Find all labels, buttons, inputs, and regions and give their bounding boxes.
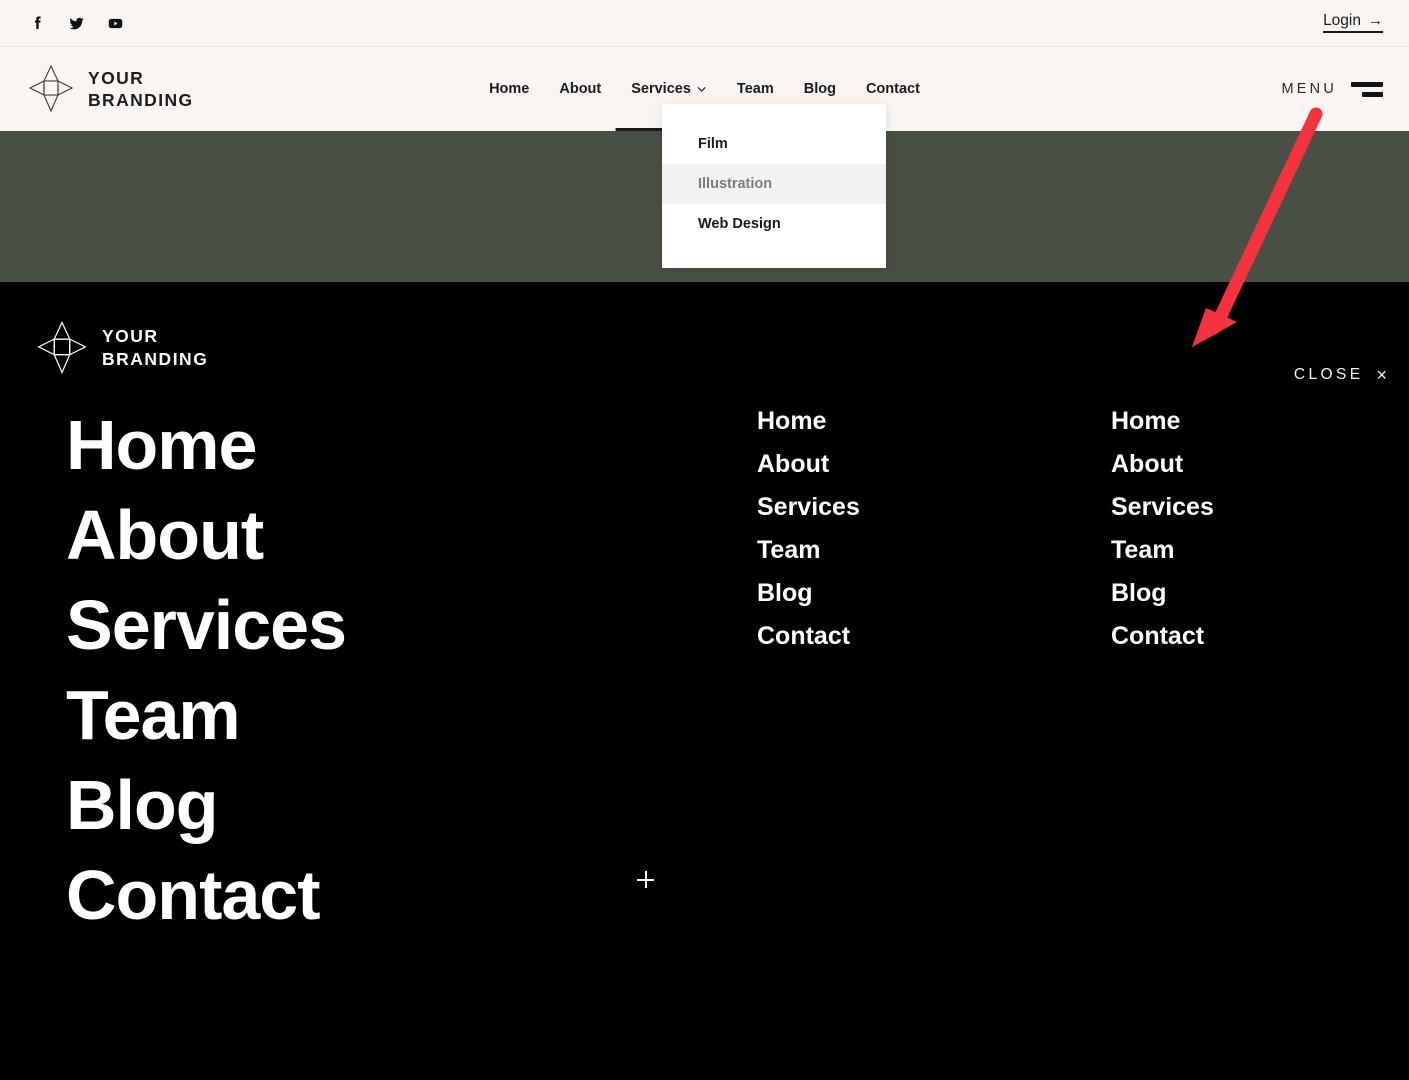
overlay-col-right-item-services[interactable]: Services bbox=[1111, 486, 1214, 529]
overlay-menu-item-home[interactable]: Home bbox=[66, 400, 346, 490]
brand-line-1: YOUR bbox=[88, 67, 145, 88]
arrow-right-icon: → bbox=[1368, 12, 1383, 29]
login-label: Login bbox=[1323, 11, 1361, 29]
overlay-col-right-item-team[interactable]: Team bbox=[1111, 529, 1214, 572]
overlay-menu-item-team[interactable]: Team bbox=[66, 670, 346, 760]
menu-toggle-label: MENU bbox=[1281, 81, 1337, 97]
overlay-col-mid-item-services[interactable]: Services bbox=[757, 486, 860, 529]
overlay-menu-item-blog[interactable]: Blog bbox=[66, 760, 346, 850]
overlay-col-mid-item-contact[interactable]: Contact bbox=[757, 615, 860, 658]
dropdown-item-web-design[interactable]: Web Design bbox=[662, 204, 886, 244]
twitter-icon[interactable] bbox=[67, 14, 85, 32]
brand-line-2: BRANDING bbox=[88, 90, 194, 110]
overlay-menu-item-about[interactable]: About bbox=[66, 490, 346, 580]
dropdown-item-label: Web Design bbox=[698, 216, 781, 232]
crosshair-cursor-icon bbox=[637, 871, 654, 888]
youtube-icon[interactable] bbox=[106, 14, 124, 32]
facebook-icon[interactable] bbox=[28, 14, 46, 32]
menu-toggle-button[interactable]: MENU bbox=[1281, 81, 1383, 97]
services-dropdown-panel: Film Illustration Web Design bbox=[662, 104, 886, 268]
nav-label: Home bbox=[489, 81, 530, 97]
social-links bbox=[28, 14, 124, 32]
overlay-col-mid-item-team[interactable]: Team bbox=[757, 529, 860, 572]
fullscreen-menu-overlay: YOUR BRANDING CLOSE × Home About Service… bbox=[0, 282, 1409, 1080]
overlay-close-label: CLOSE bbox=[1293, 366, 1364, 383]
overlay-tertiary-menu-column: Home About Services Team Blog Contact bbox=[1111, 400, 1214, 658]
overlay-col-right-item-blog[interactable]: Blog bbox=[1111, 572, 1214, 615]
brand-wordmark: YOUR BRANDING bbox=[88, 67, 194, 112]
nav-item-about[interactable]: About bbox=[559, 47, 601, 131]
overlay-primary-menu: Home About Services Team Blog Contact bbox=[66, 400, 347, 940]
overlay-menu-item-contact[interactable]: Contact bbox=[66, 850, 346, 940]
overlay-brand-wordmark: YOUR BRANDING bbox=[102, 325, 208, 371]
brand-logo[interactable]: YOUR BRANDING bbox=[28, 62, 194, 116]
close-icon: × bbox=[1376, 365, 1387, 385]
utility-top-bar: Login → bbox=[0, 0, 1409, 47]
overlay-menu-item-services[interactable]: Services bbox=[66, 580, 347, 670]
overlay-secondary-menu-column: Home About Services Team Blog Contact bbox=[757, 400, 860, 658]
overlay-col-right-item-about[interactable]: About bbox=[1111, 443, 1214, 486]
overlay-col-right-item-contact[interactable]: Contact bbox=[1111, 615, 1214, 658]
overlay-brand-line-1: YOUR bbox=[102, 326, 159, 347]
login-link[interactable]: Login → bbox=[1323, 13, 1383, 34]
dropdown-item-film[interactable]: Film bbox=[662, 124, 886, 164]
diamond-star-logo-icon bbox=[28, 64, 74, 113]
dropdown-item-label: Illustration bbox=[698, 176, 773, 192]
dropdown-item-illustration[interactable]: Illustration bbox=[662, 164, 886, 204]
overlay-col-right-item-home[interactable]: Home bbox=[1111, 400, 1214, 443]
overlay-brand-line-2: BRANDING bbox=[102, 349, 209, 369]
nav-label: About bbox=[559, 81, 602, 97]
diamond-star-logo-icon bbox=[37, 320, 87, 374]
overlay-col-mid-item-about[interactable]: About bbox=[757, 443, 860, 486]
hamburger-icon bbox=[1351, 81, 1383, 97]
dropdown-item-label: Film bbox=[698, 136, 728, 152]
chevron-down-icon bbox=[697, 87, 706, 92]
overlay-col-mid-item-blog[interactable]: Blog bbox=[757, 572, 860, 615]
nav-item-home[interactable]: Home bbox=[489, 47, 529, 131]
overlay-brand-logo[interactable]: YOUR BRANDING bbox=[36, 318, 208, 378]
overlay-close-button[interactable]: CLOSE × bbox=[1294, 366, 1387, 384]
overlay-col-mid-item-home[interactable]: Home bbox=[757, 400, 860, 443]
